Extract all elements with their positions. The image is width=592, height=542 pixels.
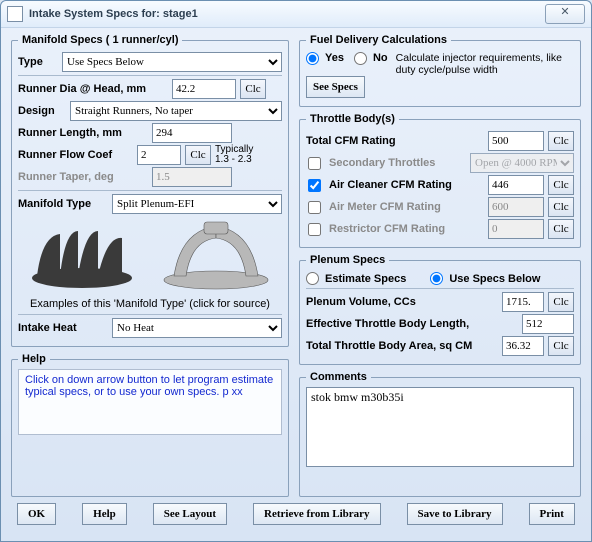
sec-throttle-select: Open @ 4000 RPM — [470, 153, 574, 173]
save-button[interactable]: Save to Library — [407, 503, 503, 525]
plenum-eff-input[interactable] — [522, 314, 574, 334]
window-title: Intake System Specs for: stage1 — [29, 8, 198, 20]
see-layout-button[interactable]: See Layout — [153, 503, 227, 525]
close-button[interactable]: ✕ — [545, 4, 585, 24]
restrictor-label: Restrictor CFM Rating — [329, 223, 484, 235]
ok-button[interactable]: OK — [17, 503, 56, 525]
type-label: Type — [18, 56, 58, 68]
runner-dia-label: Runner Dia @ Head, mm — [18, 83, 168, 95]
comments-legend: Comments — [306, 371, 371, 383]
air-meter-clc[interactable]: Clc — [548, 197, 574, 217]
runner-flow-label: Runner Flow Coef — [18, 149, 133, 161]
air-meter-check[interactable] — [308, 201, 321, 214]
design-label: Design — [18, 105, 66, 117]
footer: OK Help See Layout Retrieve from Library… — [11, 503, 581, 533]
restrictor-clc[interactable]: Clc — [548, 219, 574, 239]
fuel-legend: Fuel Delivery Calculations — [306, 34, 451, 46]
manifold-examples-image[interactable] — [18, 216, 280, 296]
runner-flow-input[interactable] — [137, 145, 181, 165]
type-select[interactable]: Use Specs Below — [62, 52, 282, 72]
print-button[interactable]: Print — [529, 503, 575, 525]
comments-input[interactable] — [306, 387, 574, 467]
sec-throttle-check[interactable] — [308, 157, 321, 170]
plenum-estimate-radio[interactable] — [306, 272, 319, 285]
runner-dia-input[interactable] — [172, 79, 236, 99]
plenum-area-label: Total Throttle Body Area, sq CM — [306, 340, 498, 352]
air-cleaner-clc[interactable]: Clc — [548, 175, 574, 195]
plenum-vol-label: Plenum Volume, CCs — [306, 296, 498, 308]
runner-flow-clc[interactable]: Clc — [185, 145, 211, 165]
manifold-legend: Manifold Specs ( 1 runner/cyl) — [18, 34, 182, 46]
plenum-area-input[interactable] — [502, 336, 544, 356]
plenum-area-clc[interactable]: Clc — [548, 336, 574, 356]
titlebar: Intake System Specs for: stage1 ✕ — [1, 1, 591, 28]
air-cleaner-check[interactable] — [308, 179, 321, 192]
help-text: Click on down arrow button to let progra… — [18, 369, 282, 435]
plenum-vol-clc[interactable]: Clc — [548, 292, 574, 312]
runner-taper-label: Runner Taper, deg — [18, 171, 148, 183]
fuel-no-radio[interactable] — [354, 52, 367, 65]
air-cleaner-input[interactable] — [488, 175, 544, 195]
total-cfm-input[interactable] — [488, 131, 544, 151]
content: Manifold Specs ( 1 runner/cyl) Type Use … — [1, 28, 591, 541]
window: Intake System Specs for: stage1 ✕ Manifo… — [0, 0, 592, 542]
fuel-no-label: No — [373, 52, 388, 64]
plenum-eff-label: Effective Throttle Body Length, — [306, 318, 518, 330]
help-legend: Help — [18, 353, 50, 365]
total-cfm-clc[interactable]: Clc — [548, 131, 574, 151]
fuel-yes-label: Yes — [325, 52, 344, 64]
fuel-group: Fuel Delivery Calculations Yes No Calcul… — [299, 34, 581, 107]
design-select[interactable]: Straight Runners, No taper — [70, 101, 282, 121]
tb-legend: Throttle Body(s) — [306, 113, 399, 125]
fuel-yes-radio[interactable] — [306, 52, 319, 65]
see-specs-button[interactable]: See Specs — [306, 76, 365, 98]
fuel-note: Calculate injector requirements, like du… — [392, 52, 574, 76]
plenum-group: Plenum Specs Estimate Specs Use Specs Be… — [299, 254, 581, 365]
runner-dia-clc[interactable]: Clc — [240, 79, 266, 99]
manifold-type-label: Manifold Type — [18, 198, 108, 210]
plenum-estimate-label: Estimate Specs — [325, 273, 406, 285]
restrictor-check[interactable] — [308, 223, 321, 236]
plenum-use-radio[interactable] — [430, 272, 443, 285]
comments-group: Comments — [299, 371, 581, 497]
plenum-use-label: Use Specs Below — [449, 273, 540, 285]
help-button[interactable]: Help — [82, 503, 127, 525]
sec-throttle-label: Secondary Throttles — [329, 157, 466, 169]
app-icon — [7, 6, 23, 22]
manifold-caption: Examples of this 'Manifold Type' (click … — [18, 298, 282, 310]
runner-taper-input — [152, 167, 232, 187]
help-group: Help Click on down arrow button to let p… — [11, 353, 289, 497]
air-meter-input — [488, 197, 544, 217]
air-cleaner-label: Air Cleaner CFM Rating — [329, 179, 484, 191]
air-meter-label: Air Meter CFM Rating — [329, 201, 484, 213]
retrieve-button[interactable]: Retrieve from Library — [253, 503, 380, 525]
runner-len-input[interactable] — [152, 123, 232, 143]
intake-heat-label: Intake Heat — [18, 322, 108, 334]
total-cfm-label: Total CFM Rating — [306, 135, 484, 147]
restrictor-input — [488, 219, 544, 239]
manifold-type-select[interactable]: Split Plenum-EFI — [112, 194, 282, 214]
runner-flow-hint: Typically1.3 - 2.3 — [215, 145, 253, 165]
plenum-legend: Plenum Specs — [306, 254, 389, 266]
manifold-specs-group: Manifold Specs ( 1 runner/cyl) Type Use … — [11, 34, 289, 347]
throttle-body-group: Throttle Body(s) Total CFM Rating Clc Se… — [299, 113, 581, 248]
intake-heat-select[interactable]: No Heat — [112, 318, 282, 338]
runner-len-label: Runner Length, mm — [18, 127, 148, 139]
plenum-vol-input[interactable] — [502, 292, 544, 312]
